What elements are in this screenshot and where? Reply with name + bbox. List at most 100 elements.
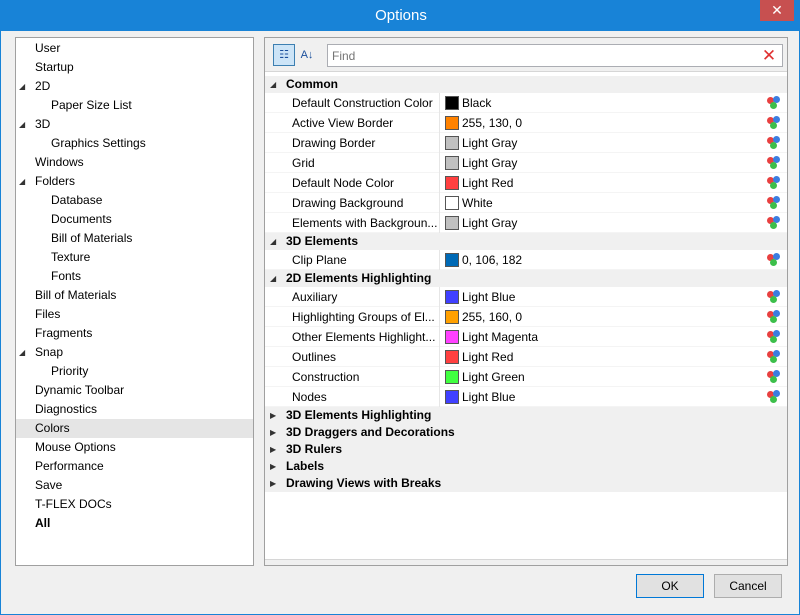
category-row[interactable]: ▶ 3D Rulers xyxy=(265,441,787,458)
property-value[interactable]: Light Red xyxy=(462,173,513,193)
property-row[interactable]: Drawing Background White xyxy=(265,193,787,213)
property-row[interactable]: Nodes Light Blue xyxy=(265,387,787,407)
color-picker-icon[interactable] xyxy=(767,330,781,344)
tree-item[interactable]: ◢ 2D xyxy=(16,77,253,96)
color-picker-icon[interactable] xyxy=(767,310,781,324)
expand-arrow-icon[interactable]: ◢ xyxy=(19,115,29,134)
tree-item[interactable]: ◢ Snap xyxy=(16,343,253,362)
clear-search-icon[interactable]: ✕ xyxy=(760,46,778,65)
property-value[interactable]: 255, 130, 0 xyxy=(462,113,522,133)
property-row[interactable]: Highlighting Groups of El... 255, 160, 0 xyxy=(265,307,787,327)
categorized-view-button[interactable]: ☷ xyxy=(273,44,295,66)
tree-item[interactable]: Files xyxy=(16,305,253,324)
property-value[interactable]: 255, 160, 0 xyxy=(462,307,522,327)
color-swatch[interactable] xyxy=(445,253,459,267)
property-row[interactable]: Elements with Backgroun... Light Gray xyxy=(265,213,787,233)
property-value[interactable]: White xyxy=(462,193,493,213)
tree-item[interactable]: Performance xyxy=(16,457,253,476)
color-picker-icon[interactable] xyxy=(767,96,781,110)
category-row[interactable]: ◢ 3D Elements xyxy=(265,233,787,250)
tree-item[interactable]: Paper Size List xyxy=(16,96,253,115)
tree-item[interactable]: Bill of Materials xyxy=(16,286,253,305)
color-swatch[interactable] xyxy=(445,350,459,364)
property-row[interactable]: Drawing Border Light Gray xyxy=(265,133,787,153)
color-swatch[interactable] xyxy=(445,310,459,324)
tree-item[interactable]: Priority xyxy=(16,362,253,381)
tree-item[interactable]: ◢ 3D xyxy=(16,115,253,134)
color-swatch[interactable] xyxy=(445,290,459,304)
tree-item[interactable]: Startup xyxy=(16,58,253,77)
property-value[interactable]: Light Magenta xyxy=(462,327,538,347)
collapse-arrow-icon[interactable]: ◢ xyxy=(270,270,276,287)
options-tree[interactable]: User Startup ◢ 2D Paper Size List ◢ 3D Graphics… xyxy=(15,37,254,566)
tree-item[interactable]: Save xyxy=(16,476,253,495)
tree-item[interactable]: ◢ Folders xyxy=(16,172,253,191)
color-swatch[interactable] xyxy=(445,196,459,210)
property-row[interactable]: Grid Light Gray xyxy=(265,153,787,173)
collapse-arrow-icon[interactable]: ◢ xyxy=(270,76,276,93)
tree-item[interactable]: Fonts xyxy=(16,267,253,286)
color-picker-icon[interactable] xyxy=(767,176,781,190)
tree-item[interactable]: Mouse Options xyxy=(16,438,253,457)
color-picker-icon[interactable] xyxy=(767,350,781,364)
expand-arrow-icon[interactable]: ▶ xyxy=(270,475,276,492)
color-picker-icon[interactable] xyxy=(767,253,781,267)
property-value[interactable]: Black xyxy=(462,93,491,113)
property-row[interactable]: Other Elements Highlight... Light Magenta xyxy=(265,327,787,347)
tree-item[interactable]: Texture xyxy=(16,248,253,267)
ok-button[interactable]: OK xyxy=(636,574,704,598)
tree-item[interactable]: Graphics Settings xyxy=(16,134,253,153)
find-input[interactable] xyxy=(330,46,750,65)
property-row[interactable]: Auxiliary Light Blue xyxy=(265,287,787,307)
property-row[interactable]: Construction Light Green xyxy=(265,367,787,387)
property-row[interactable]: Active View Border 255, 130, 0 xyxy=(265,113,787,133)
color-swatch[interactable] xyxy=(445,390,459,404)
category-row[interactable]: ◢ 2D Elements Highlighting xyxy=(265,270,787,287)
property-value[interactable]: Light Gray xyxy=(462,153,517,173)
close-button[interactable]: ✕ xyxy=(760,0,794,21)
category-row[interactable]: ▶ 3D Draggers and Decorations xyxy=(265,424,787,441)
property-row[interactable]: Default Construction Color Black xyxy=(265,93,787,113)
tree-item[interactable]: Documents xyxy=(16,210,253,229)
category-row[interactable]: ▶ Labels xyxy=(265,458,787,475)
tree-item[interactable]: Colors xyxy=(16,419,253,438)
category-row[interactable]: ▶ 3D Elements Highlighting xyxy=(265,407,787,424)
property-row[interactable]: Clip Plane 0, 106, 182 xyxy=(265,250,787,270)
property-row[interactable]: Default Node Color Light Red xyxy=(265,173,787,193)
color-swatch[interactable] xyxy=(445,176,459,190)
color-picker-icon[interactable] xyxy=(767,290,781,304)
color-swatch[interactable] xyxy=(445,136,459,150)
property-value[interactable]: Light Gray xyxy=(462,213,517,233)
tree-item[interactable]: Fragments xyxy=(16,324,253,343)
tree-item[interactable]: Dynamic Toolbar xyxy=(16,381,253,400)
tree-item[interactable]: T-FLEX DOCs xyxy=(16,495,253,514)
color-picker-icon[interactable] xyxy=(767,216,781,230)
color-swatch[interactable] xyxy=(445,216,459,230)
expand-arrow-icon[interactable]: ▶ xyxy=(270,458,276,475)
tree-item[interactable]: Database xyxy=(16,191,253,210)
tree-item[interactable]: Diagnostics xyxy=(16,400,253,419)
color-swatch[interactable] xyxy=(445,370,459,384)
color-picker-icon[interactable] xyxy=(767,196,781,210)
property-value[interactable]: Light Blue xyxy=(462,387,515,407)
property-value[interactable]: 0, 106, 182 xyxy=(462,250,522,270)
property-row[interactable]: Outlines Light Red xyxy=(265,347,787,367)
expand-arrow-icon[interactable]: ◢ xyxy=(19,77,29,96)
property-value[interactable]: Light Blue xyxy=(462,287,515,307)
category-row[interactable]: ▶ Drawing Views with Breaks xyxy=(265,475,787,492)
collapse-arrow-icon[interactable]: ◢ xyxy=(270,233,276,250)
expand-arrow-icon[interactable]: ◢ xyxy=(19,172,29,191)
cancel-button[interactable]: Cancel xyxy=(714,574,782,598)
color-swatch[interactable] xyxy=(445,96,459,110)
alphabetical-sort-button[interactable]: A↓ xyxy=(296,44,318,66)
color-picker-icon[interactable] xyxy=(767,390,781,404)
color-picker-icon[interactable] xyxy=(767,116,781,130)
tree-item[interactable]: Windows xyxy=(16,153,253,172)
property-value[interactable]: Light Gray xyxy=(462,133,517,153)
tree-item[interactable]: All xyxy=(16,514,253,533)
color-swatch[interactable] xyxy=(445,330,459,344)
color-swatch[interactable] xyxy=(445,156,459,170)
color-picker-icon[interactable] xyxy=(767,136,781,150)
tree-item[interactable]: User xyxy=(16,39,253,58)
title-bar[interactable]: Options ✕ xyxy=(1,0,800,31)
